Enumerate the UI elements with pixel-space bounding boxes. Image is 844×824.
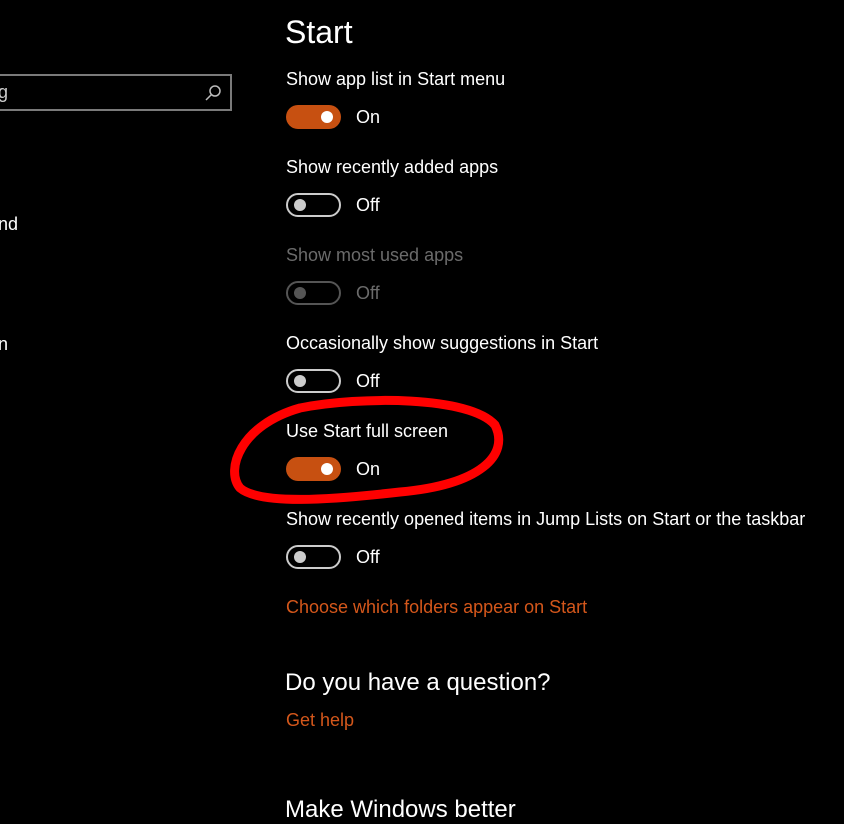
red-annotation-circle [230, 395, 504, 504]
